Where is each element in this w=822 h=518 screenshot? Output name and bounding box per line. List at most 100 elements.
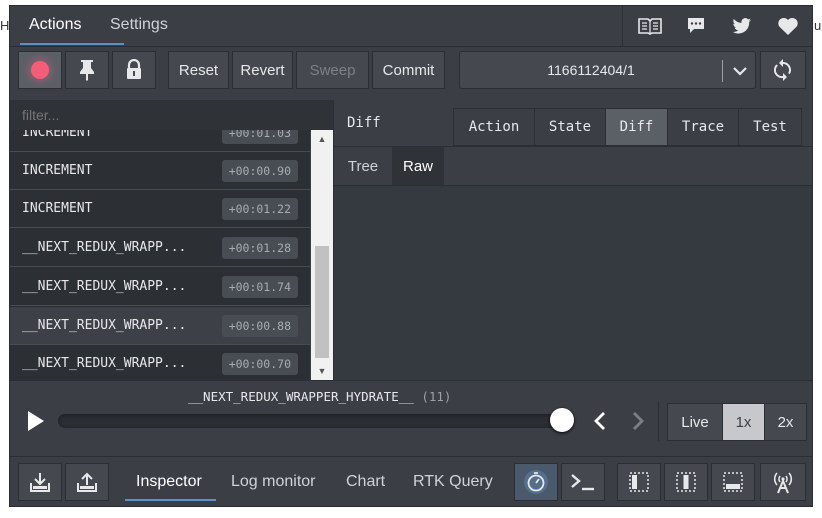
tab-chart[interactable]: Chart	[346, 473, 385, 491]
dock-left-button[interactable]	[617, 463, 661, 501]
slider-area: __NEXT_REDUX_WRAPPER_HYDRATE__ (11) Live…	[10, 380, 812, 457]
redux-devtools-window: Actions Settings Reset Revert Sweep Comm…	[9, 5, 813, 507]
select-divider	[722, 60, 723, 82]
slider-knob[interactable]	[550, 408, 574, 432]
top-nav: Actions Settings	[10, 6, 812, 47]
import-icon	[30, 473, 50, 492]
tab-state[interactable]: State	[534, 108, 606, 146]
lock-icon	[127, 59, 141, 79]
slider-action-label: __NEXT_REDUX_WRAPPER_HYDRATE__ (11)	[188, 389, 451, 404]
dock-bottom-icon	[723, 472, 743, 492]
reset-button[interactable]: Reset	[168, 51, 229, 89]
background-right-text: u	[814, 18, 822, 33]
sync-icon	[773, 59, 791, 81]
action-row-selected[interactable]: __NEXT_REDUX_WRAPP... +00:00.88	[10, 307, 310, 345]
dock-bottom-button[interactable]	[711, 463, 755, 501]
slider-track[interactable]	[58, 414, 574, 428]
terminal-icon	[571, 474, 594, 491]
subtab-raw[interactable]: Raw	[392, 147, 444, 185]
sweep-button[interactable]: Sweep	[296, 51, 369, 89]
dispatcher-icon	[524, 470, 548, 494]
action-row[interactable]: INCREMENT +00:01.22	[10, 190, 310, 228]
action-name: INCREMENT	[22, 163, 93, 178]
speed-live-button[interactable]: Live	[667, 403, 723, 441]
scroll-thumb[interactable]	[315, 246, 329, 358]
book-icon[interactable]	[627, 6, 673, 46]
tab-trace[interactable]: Trace	[667, 108, 739, 146]
instance-value: 1166112404/1	[547, 62, 635, 78]
chevron-left-icon	[594, 412, 605, 430]
dispatcher-button[interactable]	[514, 463, 558, 501]
export-icon	[77, 472, 97, 492]
next-button[interactable]	[630, 411, 650, 433]
action-time: +00:01.74	[221, 276, 298, 298]
terminal-button[interactable]	[561, 463, 605, 501]
filter-input[interactable]	[10, 100, 333, 130]
monitor-title: Diff	[347, 115, 381, 131]
action-row[interactable]: __NEXT_REDUX_WRAPP... +00:00.70	[10, 345, 310, 380]
action-row[interactable]: __NEXT_REDUX_WRAPP... +00:01.74	[10, 268, 310, 306]
tab-action[interactable]: Action	[453, 108, 535, 146]
play-button[interactable]	[24, 409, 50, 435]
tab-actions[interactable]: Actions	[29, 16, 81, 34]
action-time: +00:00.88	[221, 315, 298, 337]
monitor-content	[334, 186, 812, 380]
tab-log-monitor[interactable]: Log monitor	[231, 473, 316, 491]
speed-1x-button[interactable]: 1x	[722, 403, 765, 441]
action-name: INCREMENT	[22, 130, 93, 140]
slider-action-count: (11)	[421, 389, 452, 404]
monitor-subtabs: Tree Raw	[334, 147, 812, 186]
action-row[interactable]: __NEXT_REDUX_WRAPP... +00:01.28	[10, 229, 310, 267]
subtab-tree[interactable]: Tree	[334, 147, 392, 185]
commit-button[interactable]: Commit	[372, 51, 445, 89]
pin-icon	[80, 60, 94, 81]
scroll-down-arrow-icon[interactable]: ▼	[311, 362, 333, 380]
action-row[interactable]: INCREMENT +00:00.90	[10, 152, 310, 190]
dock-center-button[interactable]	[664, 463, 708, 501]
pin-button[interactable]	[65, 51, 109, 89]
action-time: +00:00.70	[221, 353, 298, 375]
action-name: INCREMENT	[22, 201, 93, 216]
speed-divider	[658, 401, 659, 441]
tab-test[interactable]: Test	[738, 108, 802, 146]
export-button[interactable]	[65, 463, 109, 501]
dock-left-icon	[629, 472, 649, 492]
action-name: __NEXT_REDUX_WRAPP...	[22, 318, 187, 333]
remote-icon	[773, 472, 793, 494]
twitter-icon[interactable]	[719, 6, 765, 46]
action-time: +00:01.03	[221, 130, 298, 144]
chat-icon[interactable]	[673, 6, 719, 46]
tab-diff[interactable]: Diff	[605, 108, 668, 146]
chevron-right-icon	[633, 412, 644, 430]
action-name: __NEXT_REDUX_WRAPP...	[22, 240, 187, 255]
monitor-panel: Diff Action State Diff Trace Test Tree R…	[334, 100, 812, 380]
import-button[interactable]	[18, 463, 62, 501]
record-button[interactable]	[18, 51, 62, 89]
revert-button[interactable]: Revert	[232, 51, 293, 89]
tab-inspector[interactable]: Inspector	[136, 473, 202, 491]
dock-center-icon	[676, 472, 696, 492]
remote-button[interactable]	[760, 463, 806, 501]
action-list-scrollbar[interactable]: ▲ ▼	[311, 130, 333, 380]
action-time: +00:01.22	[221, 198, 298, 220]
action-time: +00:00.90	[221, 160, 298, 182]
instance-select[interactable]: 1166112404/1	[459, 51, 756, 89]
action-time: +00:01.28	[221, 237, 298, 259]
slider-action-name: __NEXT_REDUX_WRAPPER_HYDRATE__	[188, 389, 414, 404]
top-icon-group	[622, 6, 812, 46]
speed-2x-button[interactable]: 2x	[764, 403, 807, 441]
action-row[interactable]: INCREMENT +00:01.03	[10, 130, 310, 152]
chevron-down-icon	[733, 67, 747, 76]
tab-settings[interactable]: Settings	[110, 16, 168, 34]
play-icon	[28, 411, 44, 431]
sync-button[interactable]	[760, 51, 806, 89]
monitor-header: Diff Action State Diff Trace Test	[334, 100, 812, 147]
background-left-text: H	[0, 18, 10, 33]
prev-button[interactable]	[592, 411, 612, 433]
heart-icon[interactable]	[765, 6, 811, 46]
bottom-bar: Inspector Log monitor Chart RTK Query	[10, 456, 812, 506]
record-icon	[31, 61, 49, 79]
tab-rtk-query[interactable]: RTK Query	[413, 473, 493, 491]
scroll-up-arrow-icon[interactable]: ▲	[311, 130, 333, 148]
lock-button[interactable]	[112, 51, 156, 89]
